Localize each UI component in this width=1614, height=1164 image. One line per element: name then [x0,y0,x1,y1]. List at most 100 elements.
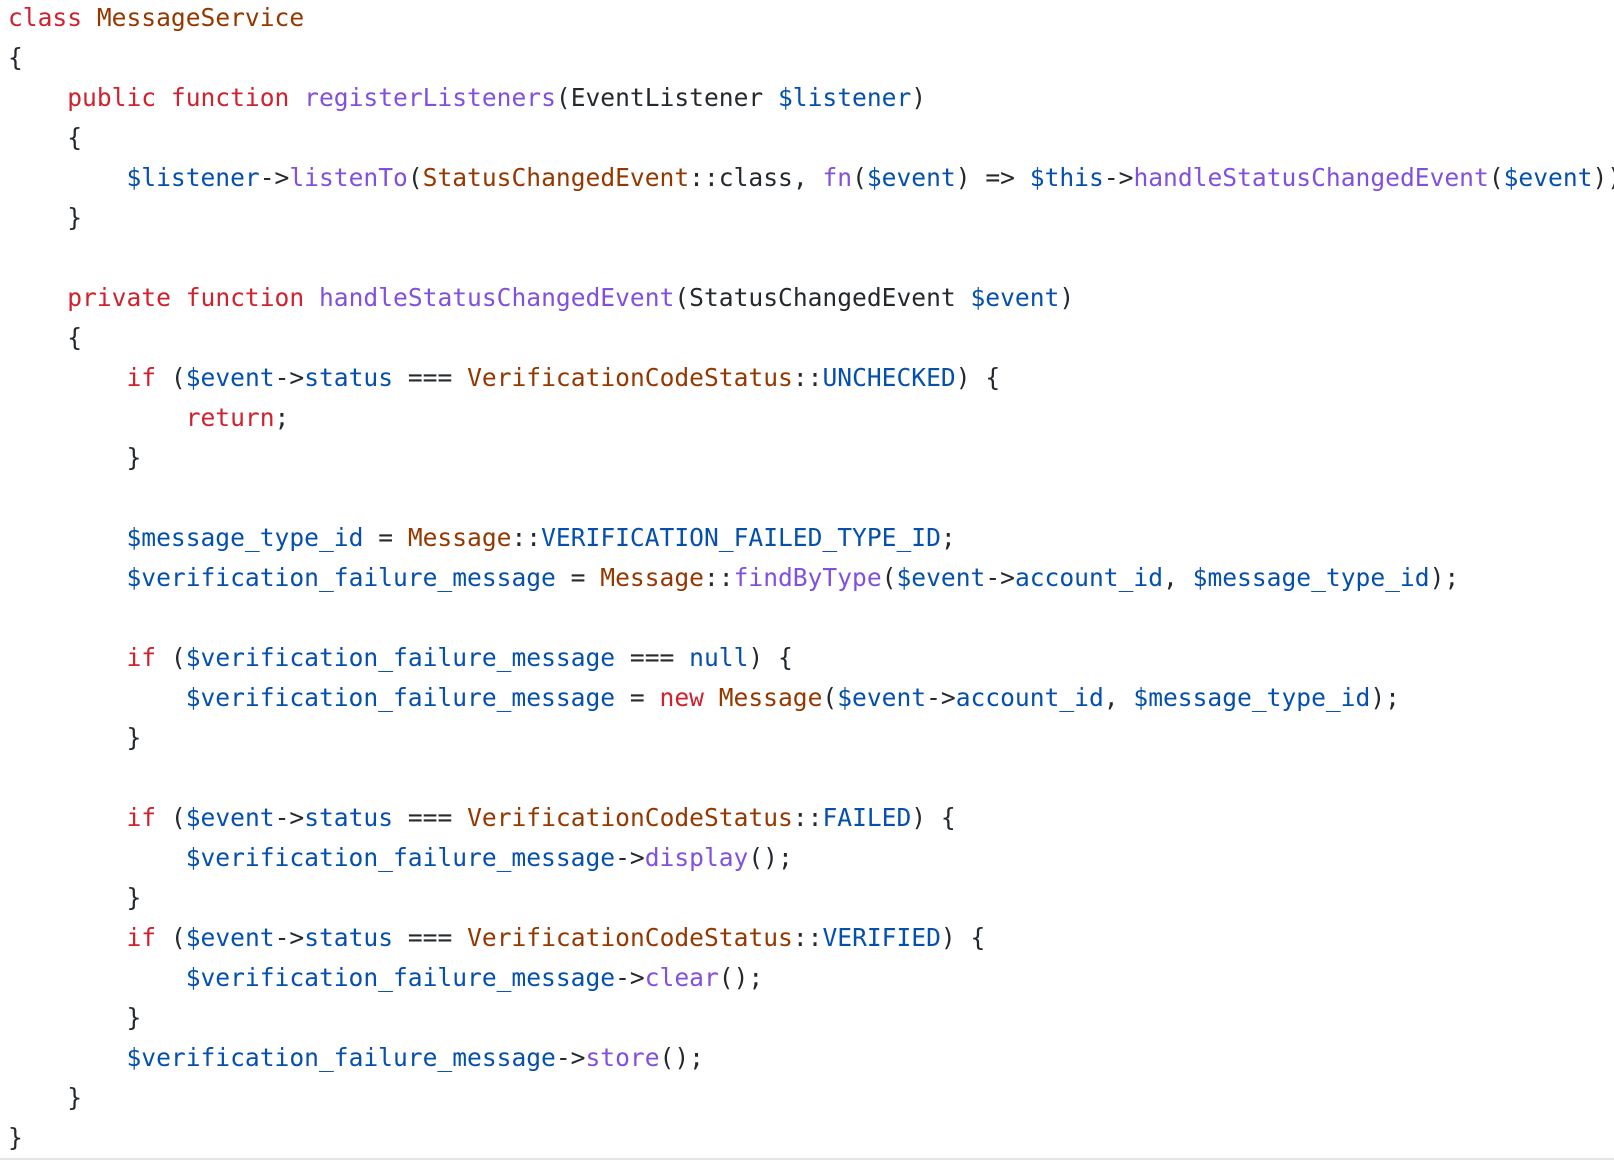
code-line: $verification_failure_message->display()… [8,838,1608,878]
code-token-function-name: store [585,1043,660,1072]
code-token-plain: ) { [940,923,986,952]
code-token-variable: $event [185,363,275,392]
code-token-plain: :: [703,563,734,592]
code-line: if ($event->status === VerificationCodeS… [8,798,1608,838]
code-token-keyword: if [126,643,157,672]
code-token-plain: -> [274,803,305,832]
code-line: if ($event->status === VerificationCodeS… [8,918,1608,958]
code-token-function-name: display [644,843,749,872]
code-token-plain: ( [822,683,838,712]
code-token-plain: -> [555,1043,586,1072]
code-token-function-name: listenTo [289,163,408,192]
code-token-property: status [304,803,394,832]
code-token-plain: ; [940,523,956,552]
code-token-plain: (StatusChangedEvent [674,283,971,312]
code-token-plain: === [615,643,690,672]
code-token-property: null [689,643,749,672]
code-token-property: UNCHECKED [822,363,956,392]
code-token-keyword: private [67,283,171,312]
code-token-property: status [304,923,394,952]
code-token-property: FAILED [822,803,912,832]
code-token-variable: $event [866,163,956,192]
code-token-variable: $message_type_id [126,523,364,552]
code-token-variable: $message_type_id [1133,683,1371,712]
code-token-variable: $verification_failure_message [185,683,616,712]
code-token-plain: -> [274,923,305,952]
code-token-property: status [304,363,394,392]
code-token-plain: -> [259,163,290,192]
code-token-keyword: public [67,83,157,112]
code-token-plain: -> [274,363,305,392]
code-token-plain: (); [718,963,764,992]
code-token-plain: === [393,923,468,952]
code-line: } [8,438,1608,478]
code-block: class MessageService { public function re… [8,0,1614,1158]
code-line: if ($event->status === VerificationCodeS… [8,358,1608,398]
code-token-plain: ) [911,83,927,112]
code-token-class-name: VerificationCodeStatus [467,363,793,392]
code-token-plain: ( [156,803,186,832]
code-token-plain: , [1103,683,1134,712]
code-token-variable: $message_type_id [1192,563,1430,592]
code-line: } [8,1078,1608,1118]
code-token-plain: = [363,523,408,552]
code-token-class-name: VerificationCodeStatus [467,923,793,952]
code-token-plain: ) [1059,283,1075,312]
code-token-plain: :: [511,523,542,552]
code-token-plain: ); [1370,683,1400,712]
code-token-keyword: if [126,363,157,392]
code-token-keyword: return [185,403,275,432]
code-token-plain: )); [1592,163,1614,192]
code-line: $message_type_id = Message::VERIFICATION… [8,518,1608,558]
bottom-divider [0,1158,1614,1160]
code-token-variable: $this [1029,163,1104,192]
code-token-plain: } [8,1083,83,1112]
code-line: ​ [8,598,1608,638]
code-token-plain: :: [792,363,823,392]
code-line: $verification_failure_message = new Mess… [8,678,1608,718]
code-token-plain: === [393,363,468,392]
code-line: { [8,118,1608,158]
code-token-plain: :: [792,803,823,832]
code-token-property: account_id [955,683,1104,712]
code-token-keyword: function [185,283,305,312]
code-token-variable: $event [1503,163,1593,192]
code-token-plain: ) { [955,363,1001,392]
code-token-plain: = [555,563,601,592]
code-token-keyword: class [8,3,83,32]
code-token-plain: } [8,443,142,472]
code-token-function-name: clear [644,963,719,992]
code-line: } [8,198,1608,238]
code-line: ​ [8,478,1608,518]
code-token-function-name: handleStatusChangedEvent [318,283,675,312]
code-token-variable: $verification_failure_message [185,843,616,872]
code-token-keyword: function [170,83,290,112]
code-token-variable: $event [837,683,927,712]
code-token-property: VERIFICATION_FAILED_TYPE_ID [541,523,941,552]
code-token-plain: ( [407,163,423,192]
code-line: { [8,38,1608,78]
code-token-class-name: StatusChangedEvent [422,163,690,192]
code-token-class-name: Message [600,563,704,592]
code-token-plain: { [8,123,83,152]
code-token-variable: $verification_failure_message [185,963,616,992]
code-token-class-name: VerificationCodeStatus [467,803,793,832]
code-token-plain: ; [274,403,290,432]
code-token-plain: { [8,43,23,72]
code-line: } [8,878,1608,918]
code-token-plain: ); [1429,563,1460,592]
code-line: ​ [8,238,1608,278]
code-token-plain: ( [156,643,186,672]
code-token-plain: ( [881,563,897,592]
